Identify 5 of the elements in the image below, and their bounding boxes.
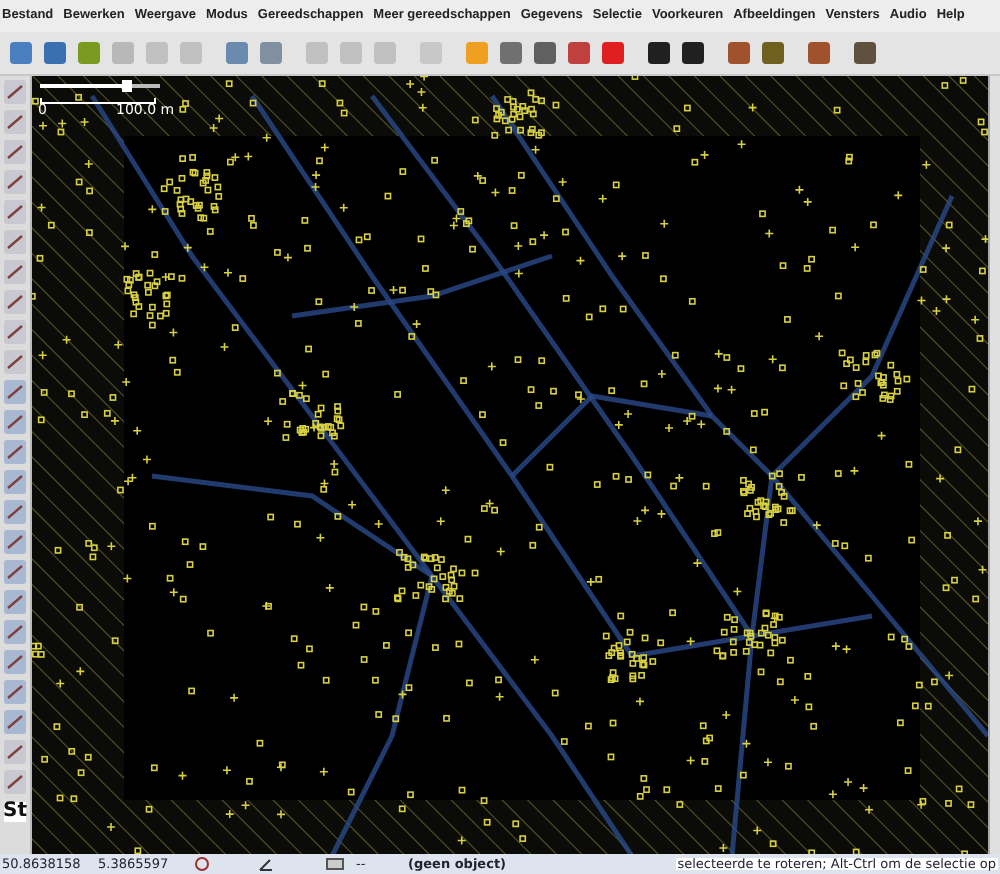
zoom-slider[interactable] xyxy=(40,80,160,92)
slider-thumb[interactable] xyxy=(122,80,133,92)
style-label[interactable]: St xyxy=(3,802,27,822)
scale-bar xyxy=(40,98,156,104)
angle-icon xyxy=(258,856,274,872)
